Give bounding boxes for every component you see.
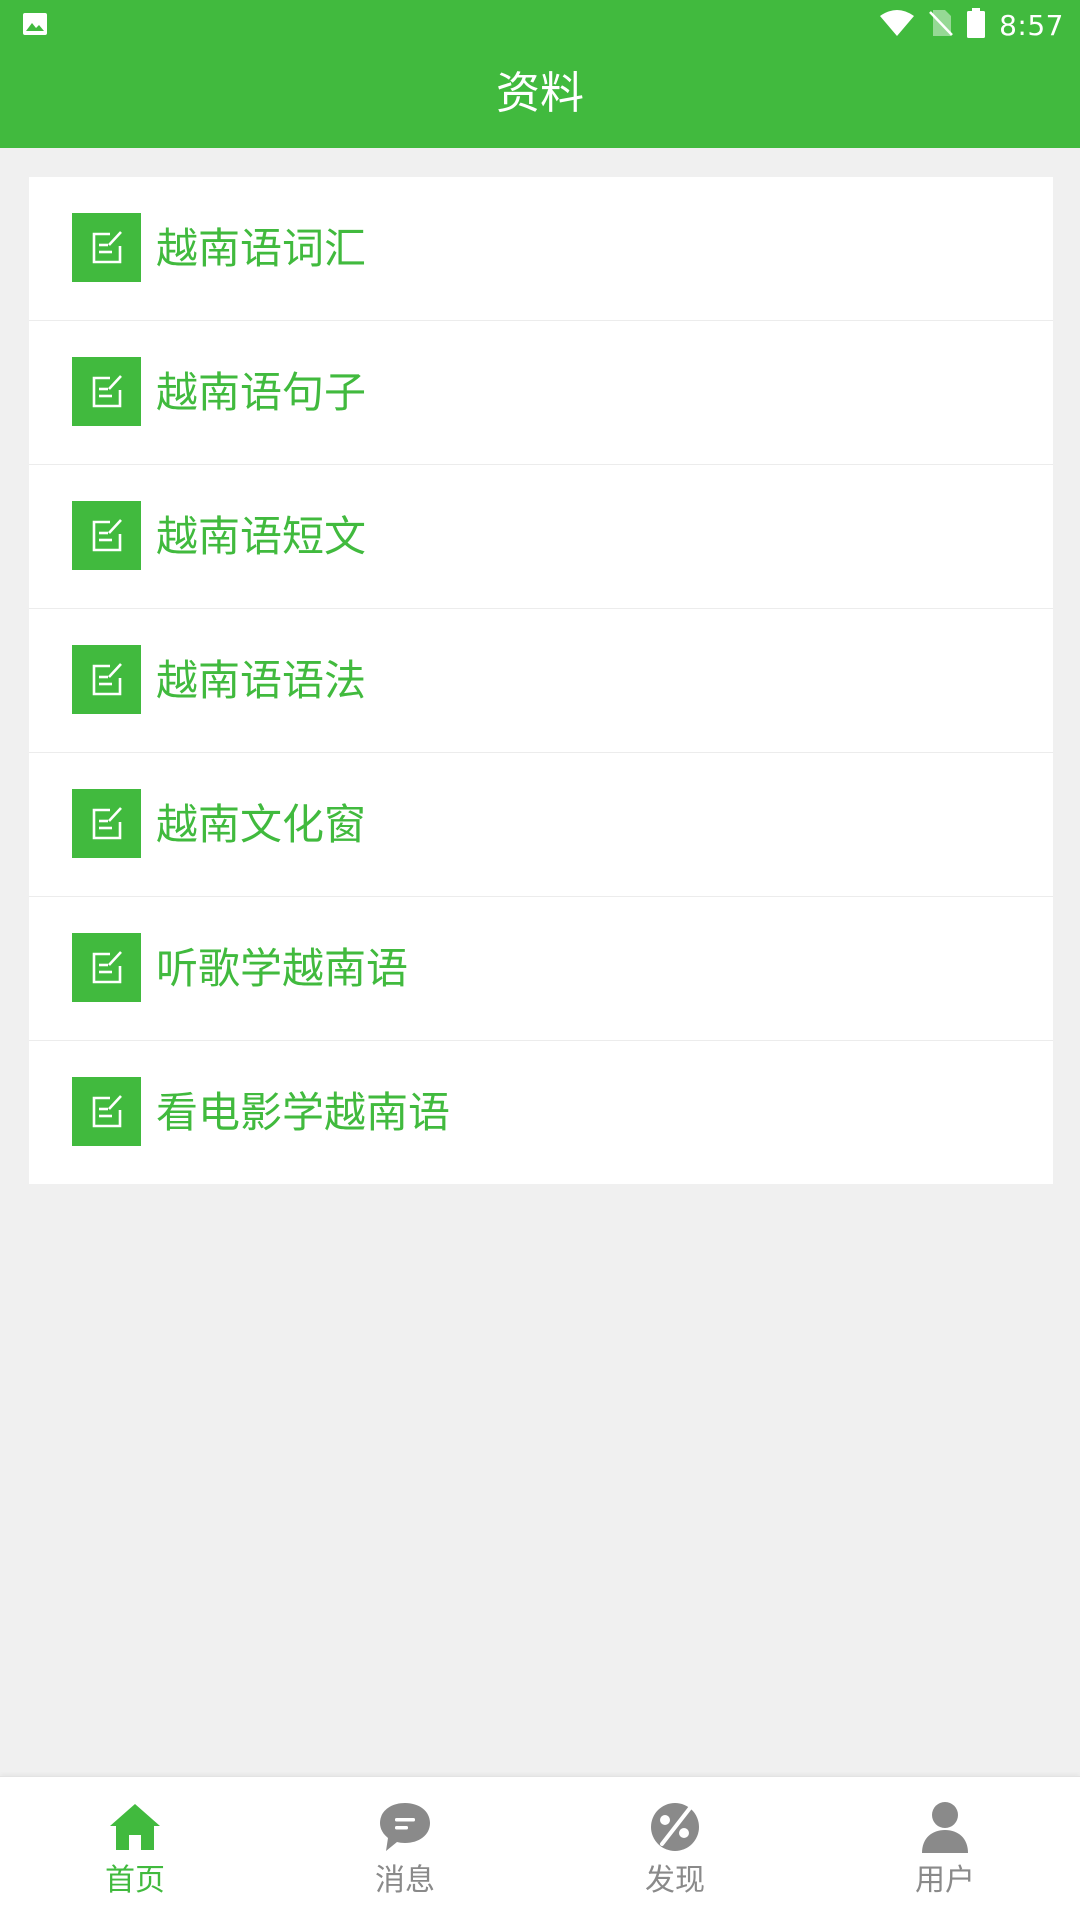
list-item-label: 越南语短文 (156, 512, 367, 561)
list-item-vocabulary[interactable]: 越南语词汇 (29, 177, 1053, 321)
edit-note-icon (72, 357, 141, 426)
page-title: 资料 (496, 68, 584, 119)
status-icons: 8:57 (879, 8, 1064, 42)
list-item-label: 听歌学越南语 (156, 944, 409, 993)
list-item-label: 看电影学越南语 (156, 1088, 451, 1137)
no-sim-icon (929, 9, 954, 41)
discover-icon (647, 1799, 703, 1855)
nav-label-user: 用户 (915, 1863, 975, 1898)
battery-icon (967, 8, 986, 42)
list-item-sentences[interactable]: 越南语句子 (29, 321, 1053, 465)
list-item-movies[interactable]: 看电影学越南语 (29, 1041, 1053, 1184)
nav-item-home[interactable]: 首页 (0, 1777, 270, 1921)
edit-note-icon (72, 501, 141, 570)
nav-label-messages: 消息 (375, 1863, 435, 1898)
bottom-nav: 首页 消息 发现 用户 (0, 1776, 1080, 1921)
status-time: 8:57 (999, 8, 1064, 42)
image-icon (22, 12, 48, 36)
list-item-songs[interactable]: 听歌学越南语 (29, 897, 1053, 1041)
list-item-culture[interactable]: 越南文化窗 (29, 753, 1053, 897)
nav-label-home: 首页 (105, 1863, 165, 1898)
wifi-icon (879, 9, 915, 41)
list-item-grammar[interactable]: 越南语语法 (29, 609, 1053, 753)
edit-note-icon (72, 645, 141, 714)
edit-note-icon (72, 933, 141, 1002)
home-icon (107, 1799, 163, 1855)
list-item-label: 越南语词汇 (156, 224, 367, 273)
edit-note-icon (72, 213, 141, 282)
nav-label-discover: 发现 (645, 1863, 705, 1898)
list-item-short-texts[interactable]: 越南语短文 (29, 465, 1053, 609)
material-list: 越南语词汇 越南语句子 越南语短文 越南语语法 越南文化窗 听歌学越南语 看电影… (29, 177, 1053, 1184)
status-bar: 8:57 (0, 0, 1080, 50)
nav-item-user[interactable]: 用户 (810, 1777, 1080, 1921)
list-item-label: 越南文化窗 (156, 800, 367, 849)
list-item-label: 越南语句子 (156, 368, 367, 417)
user-icon (917, 1799, 973, 1855)
app-bar: 8:57 资料 (0, 0, 1080, 148)
list-item-label: 越南语语法 (156, 656, 367, 705)
edit-note-icon (72, 789, 141, 858)
chat-bubble-icon (377, 1799, 433, 1855)
nav-item-messages[interactable]: 消息 (270, 1777, 540, 1921)
edit-note-icon (72, 1077, 141, 1146)
nav-item-discover[interactable]: 发现 (540, 1777, 810, 1921)
